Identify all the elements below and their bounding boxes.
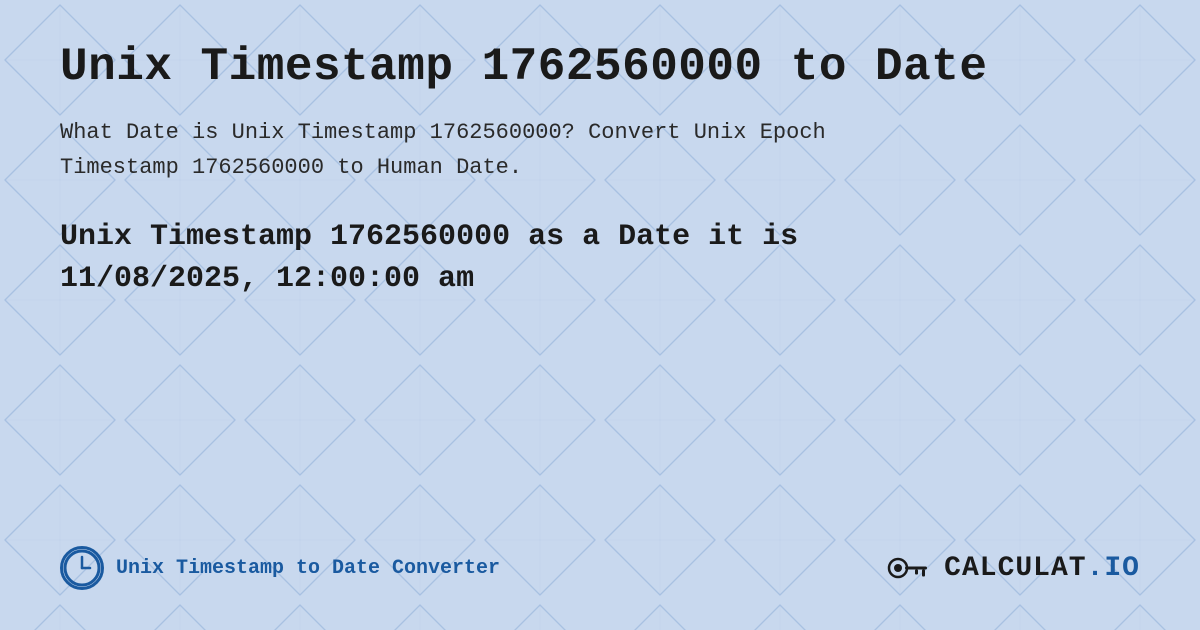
clock-icon — [60, 546, 104, 590]
brand-logo: CALCULAT.IO — [886, 548, 1140, 588]
brand-icon — [886, 548, 936, 588]
footer-converter-link[interactable]: Unix Timestamp to Date Converter — [60, 546, 500, 590]
page-title: Unix Timestamp 1762560000 to Date — [60, 40, 1140, 95]
page-description: What Date is Unix Timestamp 1762560000? … — [60, 115, 1060, 185]
result-display: Unix Timestamp 1762560000 as a Date it i… — [60, 216, 1140, 300]
footer-label: Unix Timestamp to Date Converter — [116, 557, 500, 580]
brand-name: CALCULAT.IO — [944, 553, 1140, 584]
